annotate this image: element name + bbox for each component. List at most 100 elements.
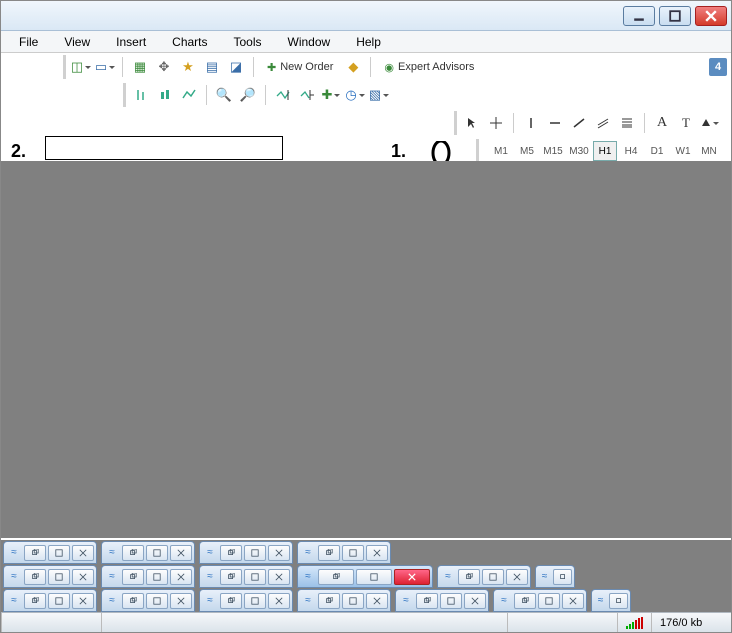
timeframe-m30[interactable]: M30: [567, 141, 591, 161]
child-window[interactable]: ≈: [3, 565, 97, 588]
vertical-line-button[interactable]: [520, 112, 542, 134]
new-order-button[interactable]: ✚New Order: [260, 56, 340, 78]
child-max-button[interactable]: [48, 593, 70, 609]
arrows-button[interactable]: [699, 112, 721, 134]
terminal-button[interactable]: ▤: [201, 56, 223, 78]
child-close-button[interactable]: [506, 569, 528, 585]
child-window[interactable]: ≈: [3, 589, 97, 612]
child-max-button[interactable]: [538, 593, 560, 609]
candle-chart-button[interactable]: [154, 84, 176, 106]
child-window[interactable]: ≈: [493, 589, 587, 612]
child-restore-button[interactable]: [220, 593, 242, 609]
child-close-button[interactable]: [72, 569, 94, 585]
timeframe-m1[interactable]: M1: [489, 141, 513, 161]
child-max-button[interactable]: [342, 545, 364, 561]
child-max-button[interactable]: [244, 545, 266, 561]
child-max-button[interactable]: [146, 593, 168, 609]
child-window[interactable]: ≈: [3, 541, 97, 564]
market-watch-button[interactable]: ▦: [129, 56, 151, 78]
timeframe-m15[interactable]: M15: [541, 141, 565, 161]
indicators-button[interactable]: ✚: [320, 84, 342, 106]
crosshair-button[interactable]: [485, 112, 507, 134]
timeframe-mn[interactable]: MN: [697, 141, 721, 161]
child-restore-button[interactable]: [514, 593, 536, 609]
child-max-button[interactable]: [48, 569, 70, 585]
child-window[interactable]: ≈: [199, 589, 293, 612]
child-restore-button[interactable]: [122, 593, 144, 609]
menu-window[interactable]: Window: [278, 33, 341, 51]
child-restore-button[interactable]: [609, 593, 628, 609]
menu-charts[interactable]: Charts: [162, 33, 217, 51]
child-close-button[interactable]: [72, 593, 94, 609]
notification-count[interactable]: 4: [709, 58, 727, 76]
line-chart-button[interactable]: [178, 84, 200, 106]
toolbar-line-studies[interactable]: A T: [454, 111, 725, 135]
child-max-button[interactable]: [146, 545, 168, 561]
child-restore-button[interactable]: [122, 545, 144, 561]
periodicity-button[interactable]: ◷: [344, 84, 366, 106]
child-restore-button[interactable]: [318, 593, 340, 609]
data-window-button[interactable]: ★: [177, 56, 199, 78]
child-close-button[interactable]: [268, 545, 290, 561]
timeframe-m5[interactable]: M5: [515, 141, 539, 161]
child-window[interactable]: ≈: [101, 541, 195, 564]
child-max-button[interactable]: [482, 569, 504, 585]
new-chart-button[interactable]: ◫: [70, 56, 92, 78]
toolbar-charts[interactable]: 🔍 🔎 ✚ ◷ ▧: [123, 83, 394, 107]
zoom-in-button[interactable]: 🔍: [213, 84, 235, 106]
child-max-button[interactable]: [244, 569, 266, 585]
child-close-button[interactable]: [366, 593, 388, 609]
child-window[interactable]: ≈: [101, 565, 195, 588]
child-max-button[interactable]: [146, 569, 168, 585]
child-window[interactable]: ≈: [101, 589, 195, 612]
child-close-button[interactable]: [464, 593, 486, 609]
timeframe-h4[interactable]: H4: [619, 141, 643, 161]
autoscroll-button[interactable]: [272, 84, 294, 106]
child-restore-button[interactable]: [220, 569, 242, 585]
toolbar-standard[interactable]: ◫ ▭ ▦ ✥ ★ ▤ ◪ ✚New Order ◆ ◉Expert Advis…: [63, 55, 485, 79]
child-close-button[interactable]: [170, 545, 192, 561]
templates-button[interactable]: ▧: [368, 84, 390, 106]
child-max-button[interactable]: [244, 593, 266, 609]
child-restore-button[interactable]: [553, 569, 572, 585]
menu-insert[interactable]: Insert: [106, 33, 156, 51]
minimize-button[interactable]: [623, 6, 655, 26]
maximize-button[interactable]: [659, 6, 691, 26]
child-restore-button[interactable]: [318, 569, 354, 585]
child-window[interactable]: ≈: [437, 565, 531, 588]
child-window[interactable]: ≈: [199, 565, 293, 588]
child-window[interactable]: ≈: [199, 541, 293, 564]
child-window[interactable]: ≈: [297, 541, 391, 564]
child-restore-button[interactable]: [122, 569, 144, 585]
equidistant-channel-button[interactable]: [592, 112, 614, 134]
cursor-button[interactable]: [461, 112, 483, 134]
child-close-button[interactable]: [170, 593, 192, 609]
child-max-button[interactable]: [48, 545, 70, 561]
child-window[interactable]: ≈: [297, 589, 391, 612]
child-max-button[interactable]: [342, 593, 364, 609]
toolbar-periodicity[interactable]: M1 M5 M15 M30 H1 H4 D1 W1 MN: [476, 139, 725, 163]
fibonacci-button[interactable]: [616, 112, 638, 134]
menu-help[interactable]: Help: [346, 33, 391, 51]
child-restore-button[interactable]: [24, 545, 46, 561]
child-restore-button[interactable]: [458, 569, 480, 585]
profiles-button[interactable]: ▭: [94, 56, 116, 78]
child-close-button[interactable]: [394, 569, 430, 585]
child-restore-button[interactable]: [24, 569, 46, 585]
horizontal-line-button[interactable]: [544, 112, 566, 134]
metaeditor-button[interactable]: ◆: [342, 56, 364, 78]
child-window-active[interactable]: ≈: [297, 565, 433, 588]
tester-button[interactable]: ◪: [225, 56, 247, 78]
text-label-button[interactable]: T: [675, 112, 697, 134]
child-restore-button[interactable]: [318, 545, 340, 561]
menu-view[interactable]: View: [54, 33, 100, 51]
child-close-button[interactable]: [170, 569, 192, 585]
navigator-button[interactable]: ✥: [153, 56, 175, 78]
child-close-button[interactable]: [562, 593, 584, 609]
child-restore-button[interactable]: [416, 593, 438, 609]
child-restore-button[interactable]: [220, 545, 242, 561]
expert-advisors-button[interactable]: ◉Expert Advisors: [377, 56, 481, 78]
menu-tools[interactable]: Tools: [224, 33, 272, 51]
bar-chart-button[interactable]: [130, 84, 152, 106]
zoom-out-button[interactable]: 🔎: [237, 84, 259, 106]
